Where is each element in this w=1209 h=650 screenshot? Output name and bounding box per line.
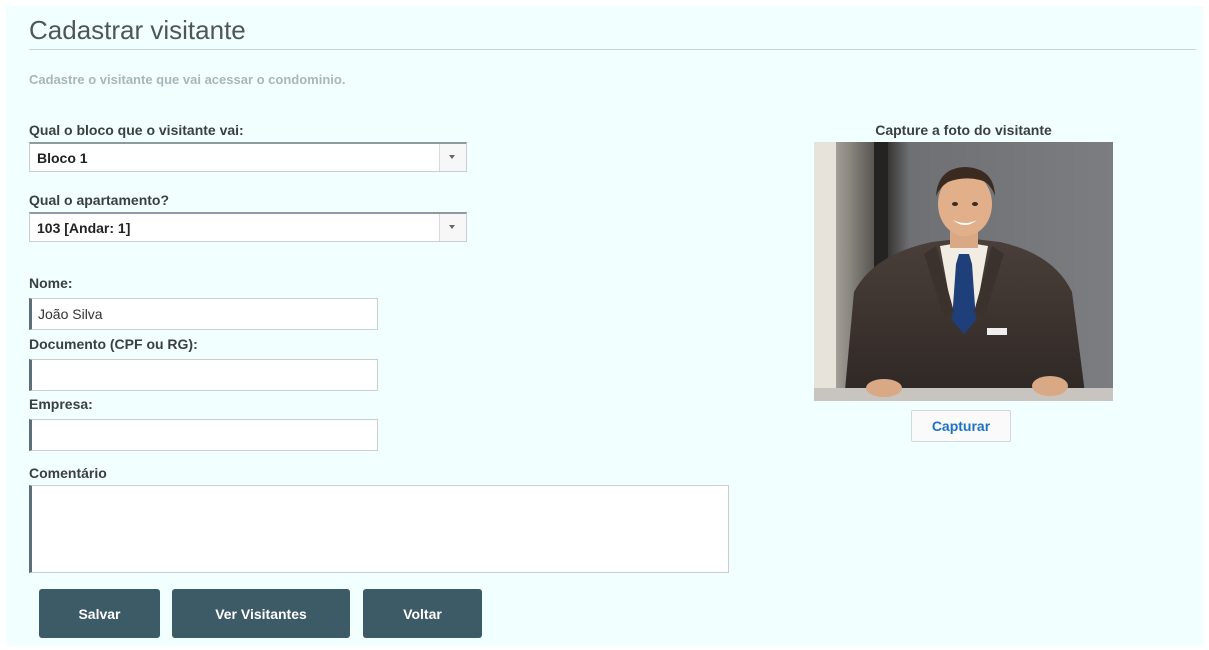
nome-label: Nome:	[29, 275, 73, 291]
page-subtitle: Cadastre o visitante que vai acessar o c…	[29, 72, 346, 87]
photo-capture-label: Capture a foto do visitante	[875, 122, 1052, 138]
visitor-photo-image	[814, 142, 1113, 401]
empresa-label: Empresa:	[29, 396, 93, 412]
documento-label: Documento (CPF ou RG):	[29, 336, 198, 352]
apartamento-label: Qual o apartamento?	[29, 192, 170, 208]
apartamento-dropdown-arrow[interactable]	[439, 214, 466, 241]
apartamento-select[interactable]: 103 [Andar: 1]	[29, 212, 467, 242]
bloco-select[interactable]: Bloco 1	[29, 142, 467, 172]
nome-input[interactable]	[29, 298, 378, 330]
title-divider	[29, 49, 1196, 50]
bloco-label: Qual o bloco que o visitante vai:	[29, 122, 244, 138]
page-title: Cadastrar visitante	[29, 15, 246, 45]
comentario-textarea[interactable]	[29, 485, 729, 573]
bloco-selected-value: Bloco 1	[37, 150, 88, 166]
bloco-dropdown-arrow[interactable]	[439, 144, 466, 171]
empresa-input[interactable]	[29, 419, 378, 451]
salvar-button[interactable]: Salvar	[39, 589, 160, 638]
documento-input[interactable]	[29, 359, 378, 391]
chevron-down-icon	[449, 225, 455, 229]
capturar-button[interactable]: Capturar	[911, 410, 1011, 442]
comentario-label: Comentário	[29, 465, 107, 481]
apartamento-selected-value: 103 [Andar: 1]	[37, 220, 131, 236]
ver-visitantes-button[interactable]: Ver Visitantes	[172, 589, 350, 638]
voltar-button[interactable]: Voltar	[363, 589, 482, 638]
chevron-down-icon	[449, 155, 455, 159]
visitor-photo	[814, 142, 1113, 401]
register-visitor-page: Cadastrar visitante Cadastre o visitante…	[6, 6, 1203, 646]
